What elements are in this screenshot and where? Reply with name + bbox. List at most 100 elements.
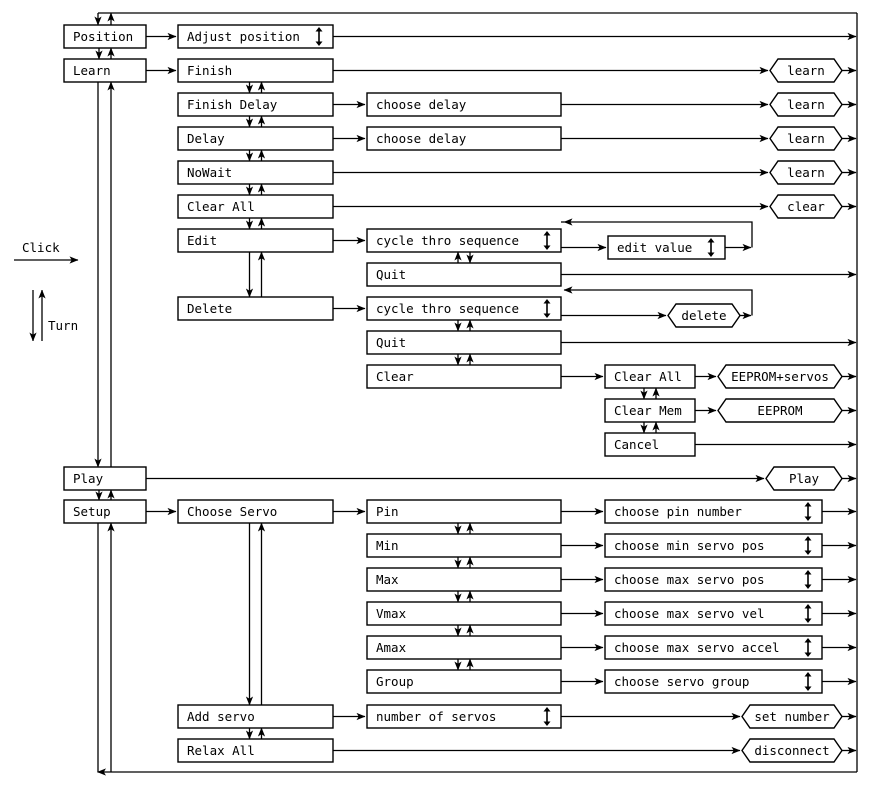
node-choose-amax[interactable]: choose max servo accel [604,635,823,660]
node-label: Amax [376,640,407,655]
node-finish[interactable]: Finish [177,58,334,83]
node-label: Play [73,471,104,486]
node-shapes: Position Learn Play Setup Adjust position Fin… [63,24,843,763]
node-add-servo[interactable]: Add servo [177,704,334,729]
terminal-learn-2[interactable]: learn [769,92,843,117]
node-play[interactable]: Play [63,466,147,491]
node-quit-1[interactable]: Quit [366,262,562,287]
node-label: choose max servo vel [614,606,765,621]
terminal-label: clear [787,199,825,214]
node-label: Clear [376,369,414,384]
node-label: choose max servo pos [614,572,765,587]
node-label: Delay [187,131,225,146]
node-label: edit value [617,240,692,255]
terminal-label: delete [681,308,726,323]
node-label: choose delay [376,97,467,112]
node-clear[interactable]: Clear [366,364,562,389]
terminal-clear-term[interactable]: clear [769,194,843,219]
node-label: Finish [187,63,232,78]
node-choose-servo[interactable]: Choose Servo [177,499,334,524]
node-relax-all[interactable]: Relax All [177,738,334,763]
terminal-learn-4[interactable]: learn [769,160,843,185]
node-clear-all-conf[interactable]: Clear All [604,364,696,389]
terminal-label: EEPROM+servos [731,369,829,384]
node-choose-max[interactable]: choose max servo pos [604,567,823,592]
node-label: choose min servo pos [614,538,765,553]
node-pin[interactable]: Pin [366,499,562,524]
node-finish-delay[interactable]: Finish Delay [177,92,334,117]
node-label: choose delay [376,131,467,146]
node-choose-delay-2[interactable]: choose delay [366,126,562,151]
node-label: Vmax [376,606,407,621]
node-label: Relax All [187,743,255,758]
node-cancel[interactable]: Cancel [604,432,696,457]
node-label: Group [376,674,414,689]
node-delay[interactable]: Delay [177,126,334,151]
terminal-play-term[interactable]: Play [765,466,843,491]
terminal-label: EEPROM [757,403,802,418]
node-label: Pin [376,504,399,519]
terminal-label: learn [787,63,825,78]
node-label: Setup [73,504,111,519]
node-label: Add servo [187,709,255,724]
terminal-label: learn [787,97,825,112]
node-min[interactable]: Min [366,533,562,558]
node-amax[interactable]: Amax [366,635,562,660]
terminal-set-number[interactable]: set number [741,704,843,729]
node-label: choose pin number [614,504,742,519]
terminal-label: set number [754,709,830,724]
node-choose-delay-1[interactable]: choose delay [366,92,562,117]
node-choose-pin[interactable]: choose pin number [604,499,823,524]
node-label: Finish Delay [187,97,278,112]
terminal-eeprom-servos[interactable]: EEPROM+servos [717,364,843,389]
node-choose-vmax[interactable]: choose max servo vel [604,601,823,626]
node-label: Adjust position [187,29,300,44]
node-adjust-position[interactable]: Adjust position [177,24,334,49]
node-position[interactable]: Position [63,24,147,49]
node-max[interactable]: Max [366,567,562,592]
legend-turn: Turn [33,290,78,341]
terminal-label: learn [787,165,825,180]
node-group[interactable]: Group [366,669,562,694]
node-label: Choose Servo [187,504,277,519]
terminal-eeprom[interactable]: EEPROM [717,398,843,423]
node-label: cycle thro sequence [376,301,519,316]
node-vmax[interactable]: Vmax [366,601,562,626]
node-label: choose servo group [614,674,749,689]
node-setup[interactable]: Setup [63,499,147,524]
node-delete[interactable]: Delete [177,296,334,321]
terminal-delete-term[interactable]: delete [667,303,741,328]
node-cycle-thro-1[interactable]: cycle thro sequence [366,228,562,253]
node-edit-value[interactable]: edit value [607,235,726,260]
menu-flowchart-diagram: Position Learn Play Setup Adjust position Fin… [0,0,871,785]
node-cycle-thro-2[interactable]: cycle thro sequence [366,296,562,321]
node-edit[interactable]: Edit [177,228,334,253]
legend-turn-label: Turn [48,318,78,333]
node-number-of-servos[interactable]: number of servos [366,704,562,729]
node-label: Delete [187,301,232,316]
node-label: Clear All [187,199,255,214]
terminal-learn-1[interactable]: learn [769,58,843,83]
node-nowait[interactable]: NoWait [177,160,334,185]
node-label: NoWait [187,165,232,180]
node-clear-all-menu[interactable]: Clear All [177,194,334,219]
node-quit-2[interactable]: Quit [366,330,562,355]
terminal-disconnect[interactable]: disconnect [741,738,843,763]
terminal-label: disconnect [754,743,829,758]
terminal-learn-3[interactable]: learn [769,126,843,151]
node-learn[interactable]: Learn [63,58,147,83]
node-clear-mem[interactable]: Clear Mem [604,398,696,423]
node-label: Cancel [614,437,659,452]
legend-click: Click [14,240,79,264]
legend-click-label: Click [22,240,60,255]
node-choose-group[interactable]: choose servo group [604,669,823,694]
node-label: number of servos [376,709,496,724]
node-label: Quit [376,335,406,350]
node-choose-min[interactable]: choose min servo pos [604,533,823,558]
node-label: choose max servo accel [614,640,780,655]
terminal-label: Play [789,471,820,486]
terminal-label: learn [787,131,825,146]
node-label: Min [376,538,399,553]
node-label: Clear Mem [614,403,682,418]
flowchart-canvas: Position Learn Play Setup Adjust position Fin… [14,12,858,776]
